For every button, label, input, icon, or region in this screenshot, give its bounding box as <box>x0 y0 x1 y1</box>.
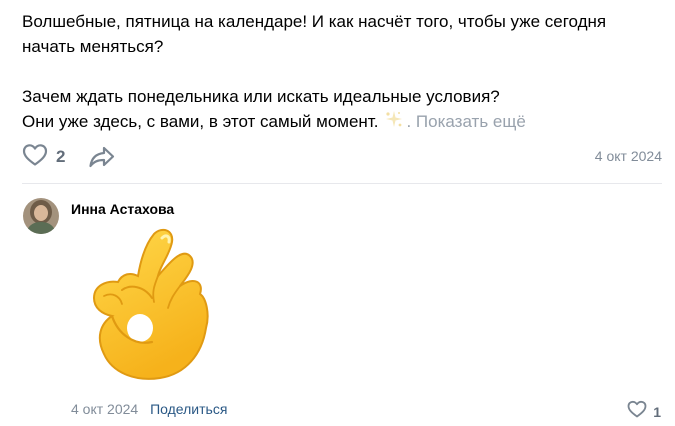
heart-icon <box>627 400 647 423</box>
heart-icon <box>22 143 48 172</box>
like-button[interactable]: 2 <box>22 142 65 172</box>
share-button[interactable] <box>88 144 116 170</box>
comment-date: 4 окт 2024 <box>71 401 139 417</box>
post-line: Волшебные, пятница на календаре! И как н… <box>22 12 607 31</box>
share-link[interactable]: Поделиться <box>150 401 227 417</box>
post-line: начать меняться? <box>22 37 164 56</box>
comment-like-button[interactable]: 1 <box>627 400 661 423</box>
post-date: 4 окт 2024 <box>594 148 662 164</box>
show-more-link[interactable]: Показать ещё <box>416 112 526 131</box>
comment-footer: 4 окт 2024 Поделиться <box>71 401 227 417</box>
post-line: Зачем ждать понедельника или искать идеа… <box>22 87 500 106</box>
like-count: 2 <box>56 147 66 166</box>
share-arrow-icon <box>88 146 116 174</box>
avatar[interactable] <box>23 198 59 234</box>
comment-like-count: 1 <box>653 403 661 420</box>
post-text: Волшебные, пятница на календаре! И как н… <box>22 9 662 134</box>
post-line-last: Они уже здесь, с вами, в этот самый моме… <box>22 109 662 134</box>
comment-author[interactable]: Инна Астахова <box>71 201 174 217</box>
ellipsis-dot: . <box>406 112 412 131</box>
divider <box>22 183 662 184</box>
post-actions: 2 4 окт 2024 <box>22 142 662 172</box>
ok-hand-icon <box>82 224 217 394</box>
sparkle-icon <box>384 110 404 130</box>
post-line-text: Они уже здесь, с вами, в этот самый моме… <box>22 112 379 131</box>
